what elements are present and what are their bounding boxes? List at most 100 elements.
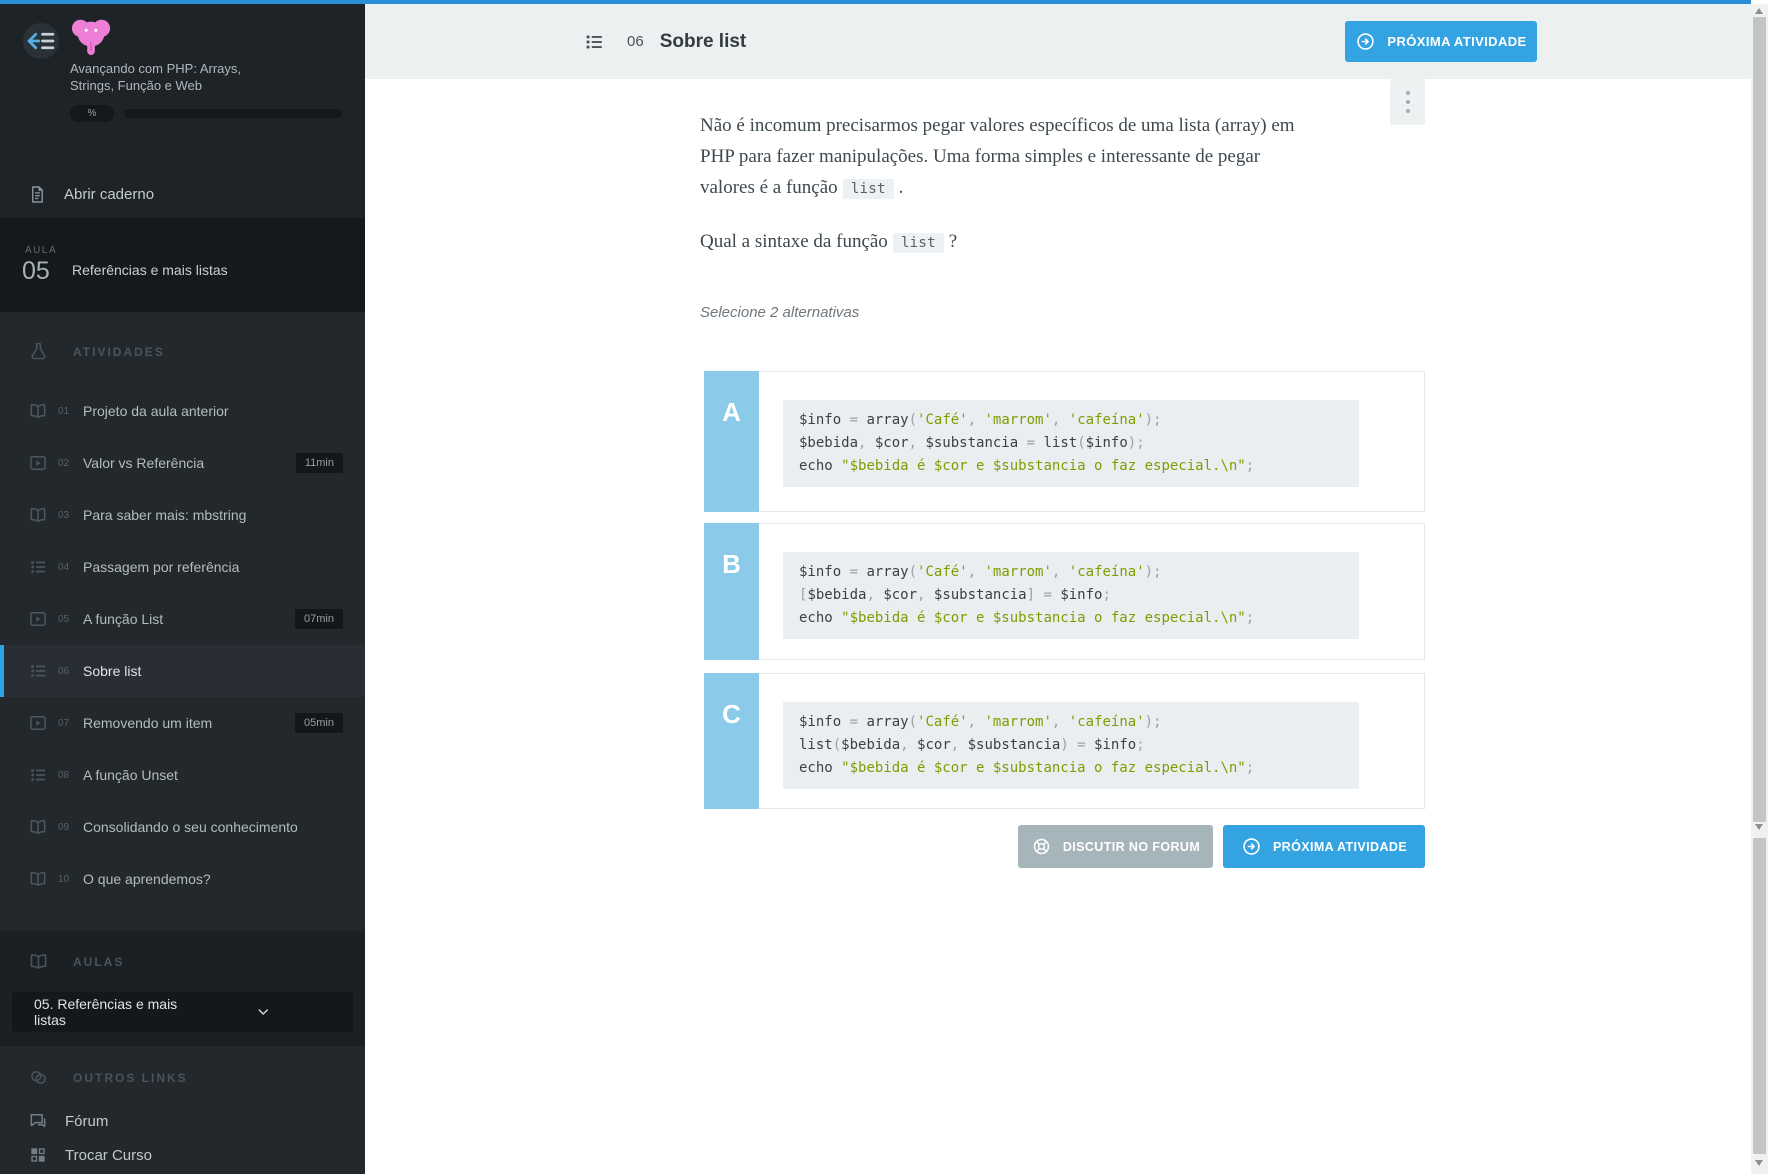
- progress-percent-badge: %: [70, 105, 114, 122]
- alternative-C[interactable]: C $info = array('Café', 'marrom', 'cafeín…: [704, 673, 1425, 809]
- sidebar-item-02[interactable]: 02 Valor vs Referência 11min: [0, 437, 365, 489]
- book-icon: [28, 950, 49, 973]
- php-elephant-logo: [68, 14, 114, 56]
- alternative-B[interactable]: B $info = array('Café', 'marrom', 'cafeín…: [704, 523, 1425, 660]
- lesson-select[interactable]: 05. Referências e mais listas: [12, 992, 353, 1032]
- activity-number: 04: [58, 562, 75, 573]
- activity-label: Removendo um item: [83, 715, 212, 731]
- duration-badge: 05min: [295, 713, 343, 733]
- alternative-letter-badge: B: [704, 523, 759, 660]
- document-icon: [28, 184, 47, 205]
- grid-icon: [28, 1145, 48, 1165]
- lesson-select-value: 05. Referências e mais listas: [34, 996, 187, 1028]
- link-label: Trocar Curso: [65, 1147, 152, 1164]
- sidebar-item-06[interactable]: 06 Sobre list: [0, 645, 365, 697]
- duration-badge: 11min: [296, 453, 343, 473]
- sidebar-link-fórum[interactable]: Fórum: [28, 1104, 108, 1138]
- book-icon: [28, 401, 48, 421]
- sidebar: Avançando com PHP: Arrays, Strings, Funç…: [0, 4, 365, 1174]
- main-content: 06 Sobre list PRÓXIMA ATIVIDADE Não é in…: [365, 4, 1751, 1174]
- activity-number: 07: [58, 718, 75, 729]
- scroll-up-arrow[interactable]: [1755, 8, 1763, 14]
- activity-number: 06: [58, 666, 75, 677]
- activities-section-header: ATIVIDADES: [28, 340, 165, 363]
- video-icon: [28, 713, 48, 733]
- open-notebook-button[interactable]: Abrir caderno: [28, 176, 154, 212]
- lesson-badge-number: 05: [22, 257, 50, 286]
- video-icon: [28, 609, 48, 629]
- sidebar-item-05[interactable]: 05 A função List 07min: [0, 593, 365, 645]
- list-icon: [28, 557, 48, 577]
- sidebar-item-07[interactable]: 07 Removendo um item 05min: [0, 697, 365, 749]
- activity-label: Passagem por referência: [83, 559, 239, 575]
- activity-label: Consolidando o seu conhecimento: [83, 819, 298, 835]
- chat-icon: [28, 1111, 48, 1131]
- links-icon: [28, 1066, 49, 1089]
- activity-label: Valor vs Referência: [83, 455, 204, 471]
- discuss-forum-button[interactable]: DISCUTIR NO FORUM: [1018, 825, 1213, 868]
- activities-header-label: ATIVIDADES: [73, 345, 165, 359]
- activity-number: 02: [58, 458, 75, 469]
- video-icon: [28, 453, 48, 473]
- alternatives-list: A $info = array('Café', 'marrom', 'cafeín…: [704, 4, 1425, 814]
- sidebar-item-08[interactable]: 08 A função Unset: [0, 749, 365, 801]
- open-notebook-label: Abrir caderno: [64, 186, 154, 203]
- chevron-down-icon: [187, 1004, 340, 1020]
- scrollbar-thumb[interactable]: [1753, 17, 1766, 822]
- activity-number: 06: [627, 33, 644, 50]
- sidebar-item-03[interactable]: 03 Para saber mais: mbstring: [0, 489, 365, 541]
- book-icon: [28, 869, 48, 889]
- activity-number: 10: [58, 874, 75, 885]
- sidebar-link-trocar-curso[interactable]: Trocar Curso: [28, 1138, 152, 1172]
- scrollbar-thumb[interactable]: [1753, 838, 1766, 1154]
- activity-number: 01: [58, 406, 75, 417]
- book-icon: [28, 505, 48, 525]
- sidebar-item-04[interactable]: 04 Passagem por referência: [0, 541, 365, 593]
- activity-label: A função List: [83, 611, 163, 627]
- list-icon: [28, 765, 48, 785]
- sidebar-item-10[interactable]: 10 O que aprendemos?: [0, 853, 365, 905]
- activity-number: 05: [58, 614, 75, 625]
- collapse-sidebar-button[interactable]: [23, 23, 59, 59]
- scroll-down-arrow[interactable]: [1755, 1160, 1763, 1166]
- activity-label: Sobre list: [83, 663, 141, 679]
- activity-number: 09: [58, 822, 75, 833]
- alternative-A[interactable]: A$info = array('Café', 'marrom', 'cafeín…: [704, 371, 1425, 512]
- lifebuoy-icon: [1031, 836, 1052, 857]
- flask-icon: [28, 340, 49, 363]
- other-links-header-label: OUTROS LINKS: [73, 1071, 188, 1085]
- course-activity-page: Avançando com PHP: Arrays, Strings, Funç…: [0, 0, 1768, 1174]
- next-activity-label: PRÓXIMA ATIVIDADE: [1273, 840, 1407, 854]
- activity-number: 08: [58, 770, 75, 781]
- activity-label: A função Unset: [83, 767, 178, 783]
- activity-label: Projeto da aula anterior: [83, 403, 229, 419]
- activity-label: O que aprendemos?: [83, 871, 211, 887]
- lesson-badge-title: Referências e mais listas: [72, 262, 228, 278]
- list-icon: [583, 31, 605, 53]
- activity-label: Para saber mais: mbstring: [83, 507, 246, 523]
- lesson-badge-label: AULA: [25, 245, 57, 256]
- progress-bar: [124, 109, 342, 118]
- code-block: $info = array('Café', 'marrom', 'cafeína…: [783, 702, 1359, 789]
- book-icon: [28, 817, 48, 837]
- alternative-letter-badge: C: [704, 673, 759, 809]
- duration-badge: 07min: [295, 609, 343, 629]
- top-accent-line: [0, 0, 1751, 4]
- collapse-arrow-icon: [23, 23, 59, 59]
- activity-number: 03: [58, 510, 75, 521]
- discuss-forum-label: DISCUTIR NO FORUM: [1063, 840, 1200, 854]
- alternative-letter-badge: A: [704, 371, 759, 512]
- list-icon: [28, 661, 48, 681]
- scrollbar[interactable]: [1751, 4, 1768, 1174]
- circle-arrow-right-icon: [1241, 836, 1262, 857]
- scroll-down-arrow[interactable]: [1755, 824, 1763, 830]
- sidebar-item-09[interactable]: 09 Consolidando o seu conhecimento: [0, 801, 365, 853]
- lessons-header-label: AULAS: [73, 955, 124, 969]
- next-activity-button-bottom[interactable]: PRÓXIMA ATIVIDADE: [1223, 825, 1425, 868]
- sidebar-item-01[interactable]: 01 Projeto da aula anterior: [0, 385, 365, 437]
- lessons-section-header: AULAS: [28, 950, 124, 973]
- code-block: $info = array('Café', 'marrom', 'cafeína…: [783, 552, 1359, 639]
- link-label: Fórum: [65, 1113, 108, 1130]
- course-title: Avançando com PHP: Arrays, Strings, Funç…: [70, 60, 265, 94]
- other-links-section-header: OUTROS LINKS: [28, 1066, 188, 1089]
